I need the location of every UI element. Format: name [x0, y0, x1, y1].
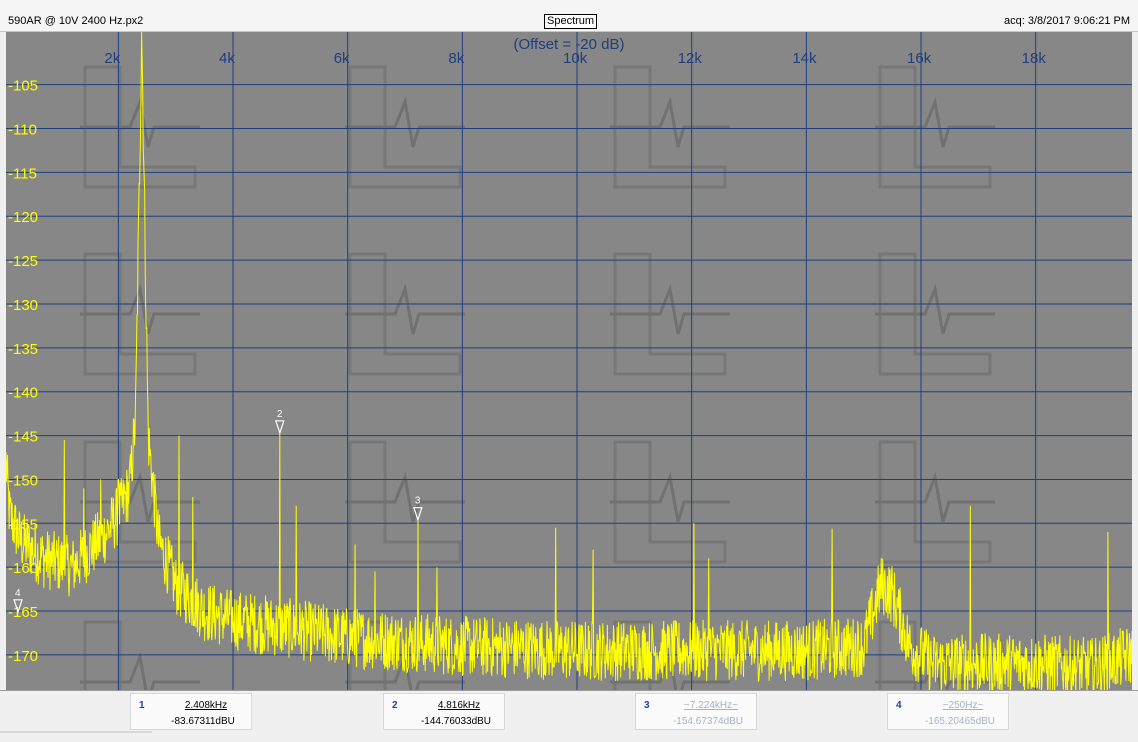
x-tick-label: 12k	[678, 50, 703, 67]
marker-frequency[interactable]: ~250Hz~	[928, 700, 998, 711]
y-tick-label: -150	[8, 472, 38, 489]
y-tick-label: -110	[8, 122, 37, 139]
x-tick-label: 18k	[1022, 50, 1047, 67]
marker-number: 4	[896, 700, 902, 711]
y-tick-label: -125	[8, 253, 38, 270]
y-tick-label: -170	[8, 648, 38, 665]
y-tick-label: -115	[8, 165, 37, 182]
marker-frequency[interactable]: 4.816kHz	[424, 700, 494, 711]
marker-readout-3[interactable]: 3 ~7.224kHz~ -154.67374dBU	[635, 693, 757, 730]
marker-number: 3	[644, 700, 650, 711]
marker-readout-bar: 1 2.408kHz -83.67311dBU 2 4.816kHz -144.…	[0, 690, 1138, 742]
plot-background	[6, 32, 1132, 690]
x-tick-label: 16k	[907, 50, 932, 67]
x-tick-label: 8k	[448, 50, 464, 67]
marker-frequency[interactable]: 2.408kHz	[171, 700, 241, 711]
marker-readout-4[interactable]: 4 ~250Hz~ -165.20465dBU	[887, 693, 1009, 730]
offset-label: (Offset = -20 dB)	[513, 36, 624, 53]
view-label-button[interactable]: Spectrum	[544, 14, 598, 29]
marker-level: -154.67374dBU	[672, 716, 744, 727]
marker-readout-2[interactable]: 2 4.816kHz -144.76033dBU	[383, 693, 505, 730]
marker-level: -165.20465dBU	[924, 716, 996, 727]
y-tick-label: -165	[8, 604, 38, 621]
x-tick-label: 4k	[219, 50, 235, 67]
y-tick-label: -130	[8, 297, 38, 314]
marker-2-label: 2	[277, 409, 283, 420]
marker-readout-1[interactable]: 1 2.408kHz -83.67311dBU	[130, 693, 252, 730]
file-title: 590AR @ 10V 2400 Hz.px2	[8, 15, 144, 27]
title-bar: 590AR @ 10V 2400 Hz.px2 Spectrum acq: 3/…	[0, 0, 1138, 32]
x-tick-label: 2k	[104, 50, 120, 67]
marker-level: -83.67311dBU	[171, 716, 235, 727]
y-tick-label: -135	[8, 341, 38, 358]
acquisition-timestamp: acq: 3/8/2017 9:06:21 PM	[1004, 15, 1130, 27]
y-tick-label: -105	[8, 78, 38, 95]
y-tick-label: -120	[8, 209, 38, 226]
x-tick-label: 14k	[792, 50, 817, 67]
spectrum-plot[interactable]: -105 -110 -115 -120 -125 -130 -135 -140 -145 -150…	[0, 32, 1138, 690]
x-tick-label: 6k	[334, 50, 350, 67]
marker-number: 2	[392, 700, 398, 711]
status-strip	[0, 731, 152, 733]
marker-level: -144.76033dBU	[420, 716, 492, 727]
marker-number: 1	[139, 700, 145, 711]
marker-3-label: 3	[415, 496, 421, 507]
y-tick-label: -140	[8, 385, 38, 402]
y-tick-label: -145	[8, 429, 38, 446]
marker-frequency[interactable]: ~7.224kHz~	[676, 700, 746, 711]
marker-4-label: 4	[15, 588, 21, 599]
